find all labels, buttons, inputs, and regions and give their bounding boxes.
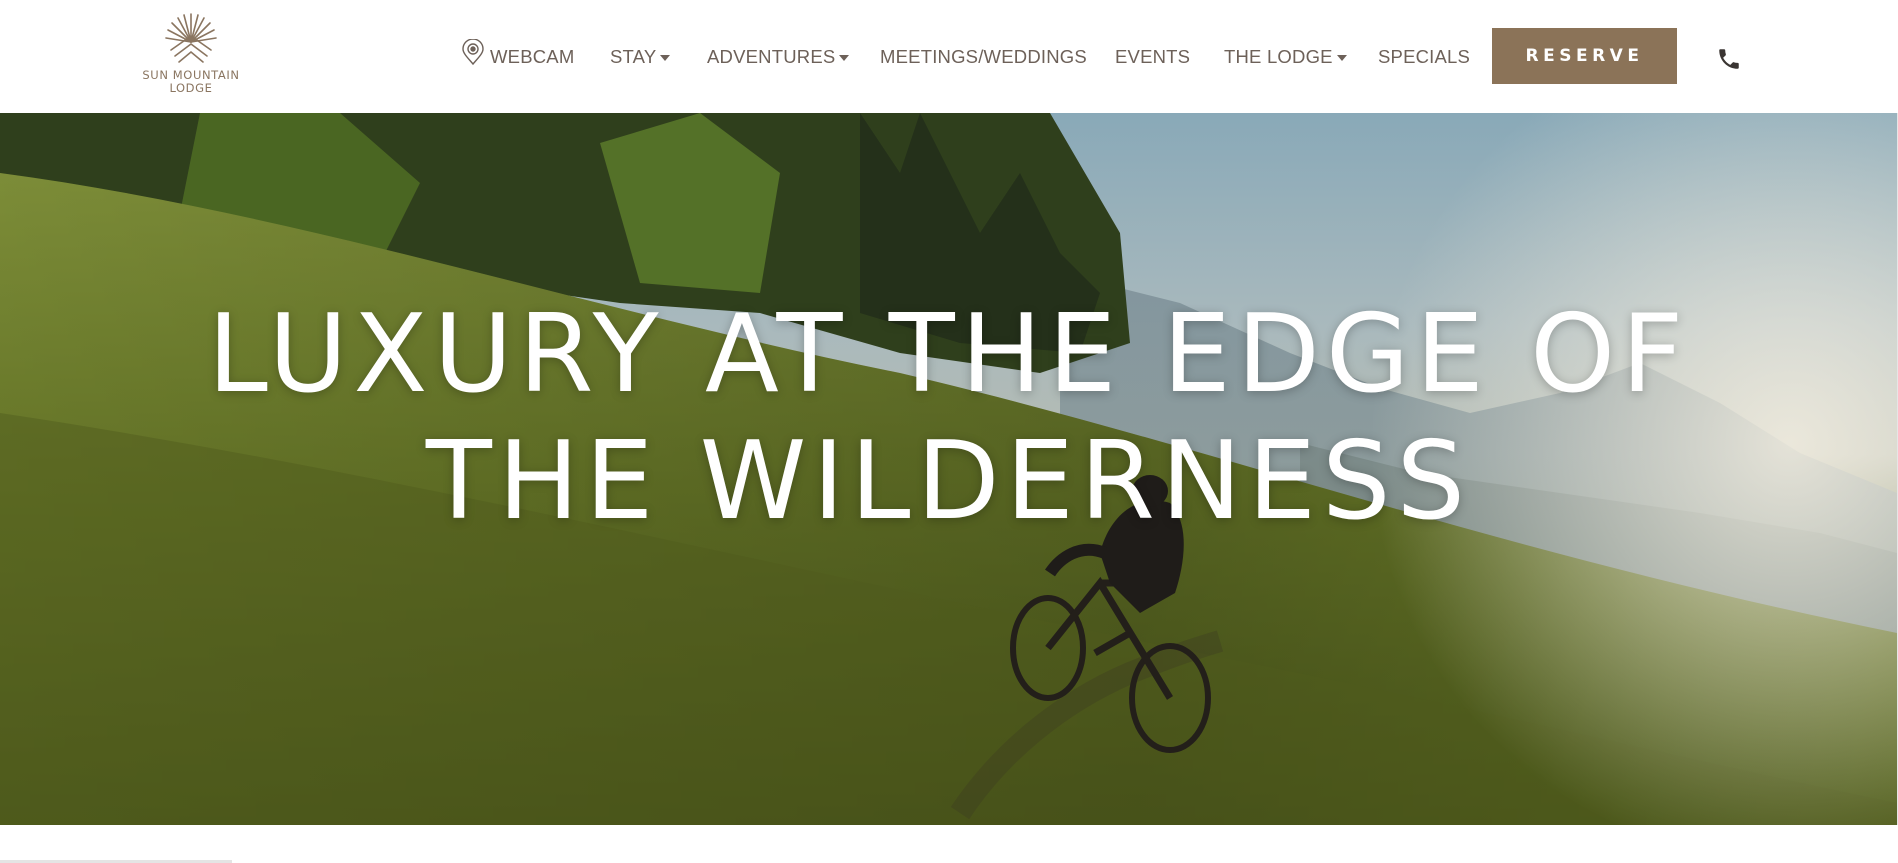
nav-stay[interactable]: STAY bbox=[610, 44, 671, 70]
reserve-button[interactable]: RESERVE bbox=[1492, 28, 1677, 84]
nav-stay-label: STAY bbox=[610, 46, 657, 67]
phone-link[interactable] bbox=[1716, 46, 1742, 72]
phone-icon bbox=[1719, 49, 1739, 69]
hero-title-line2: THE WILDERNESS bbox=[425, 419, 1472, 544]
nav-events-label: EVENTS bbox=[1115, 46, 1191, 67]
nav-specials-label: SPECIALS bbox=[1378, 46, 1471, 67]
chevron-down-icon bbox=[1336, 54, 1347, 61]
nav-the-lodge[interactable]: THE LODGE bbox=[1224, 44, 1347, 70]
nav-meetings-label: MEETINGS/WEDDINGS bbox=[880, 46, 1087, 67]
webcam-pin-icon bbox=[462, 39, 484, 66]
nav-meetings-weddings[interactable]: MEETINGS/WEDDINGS bbox=[880, 44, 1087, 70]
nav-lodge-label: THE LODGE bbox=[1224, 46, 1333, 67]
hero-title: LUXURY AT THE EDGE OF THE WILDERNESS bbox=[0, 291, 1897, 545]
nav-events[interactable]: EVENTS bbox=[1115, 44, 1190, 70]
page: SUN MOUNTAIN LODGE WEBCAM STAY ADVENTURE… bbox=[0, 0, 1898, 863]
hero-title-line1: LUXURY AT THE EDGE OF bbox=[207, 292, 1690, 417]
nav-webcam[interactable]: WEBCAM bbox=[460, 39, 575, 70]
nav-adventures-label: ADVENTURES bbox=[707, 46, 836, 67]
nav-specials[interactable]: SPECIALS bbox=[1378, 44, 1470, 70]
site-header: SUN MOUNTAIN LODGE WEBCAM STAY ADVENTURE… bbox=[0, 0, 1898, 113]
nav-webcam-label: WEBCAM bbox=[490, 46, 575, 67]
chevron-down-icon bbox=[660, 54, 671, 61]
chevron-down-icon bbox=[839, 54, 850, 61]
nav-adventures[interactable]: ADVENTURES bbox=[707, 44, 850, 70]
hero-banner: LUXURY AT THE EDGE OF THE WILDERNESS bbox=[0, 113, 1897, 825]
